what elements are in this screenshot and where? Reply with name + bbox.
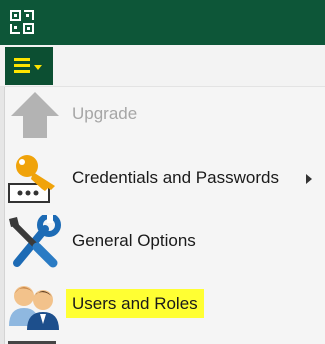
title-bar (0, 0, 325, 45)
menu-item-label: Users and Roles (66, 289, 204, 318)
qr-logo-icon (10, 10, 34, 34)
menu-item-label: Upgrade (72, 104, 138, 123)
up-arrow-icon (11, 92, 59, 138)
hamburger-menu-icon (14, 58, 42, 73)
main-menu-button[interactable] (5, 47, 53, 85)
menu-item-credentials[interactable]: Credentials and Passwords (5, 148, 325, 210)
highlight-marker: Users and Roles (66, 289, 204, 318)
menu-item-label: Credentials and Passwords (72, 168, 279, 187)
main-menu: Upgrade Credentials and Passwords Genera… (0, 87, 325, 344)
key-icon (8, 155, 55, 203)
menu-item-general-options[interactable]: General Options (5, 211, 325, 273)
tools-icon (9, 215, 61, 268)
users-icon (9, 286, 59, 330)
toolbar (0, 45, 325, 87)
menu-item-upgrade[interactable]: Upgrade (5, 84, 325, 146)
menu-item-users-and-roles[interactable]: Users and Roles (5, 274, 325, 336)
chevron-right-icon (306, 174, 312, 184)
menu-item-label: General Options (72, 231, 196, 250)
